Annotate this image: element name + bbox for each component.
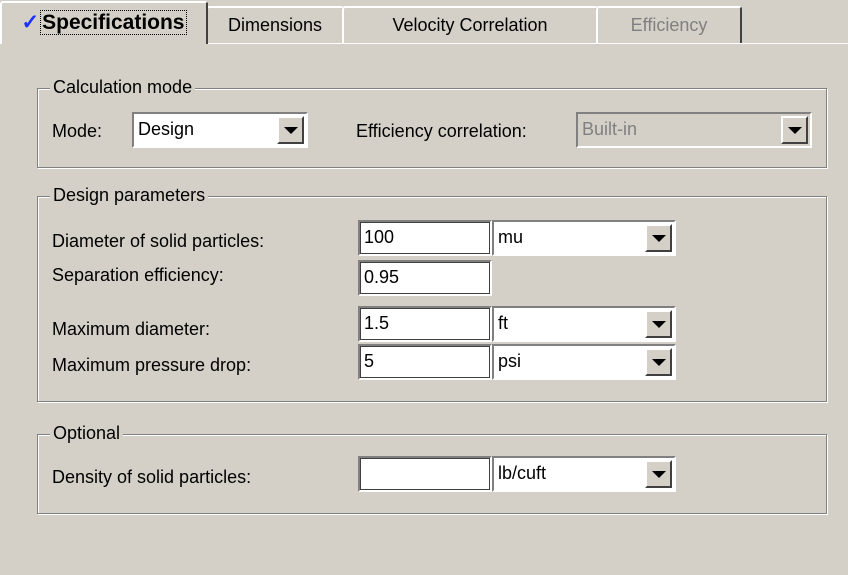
mode-select[interactable]: Design (132, 112, 308, 148)
efficiency-correlation-select: Built-in (576, 112, 812, 148)
diameter-label: Diameter of solid particles: (52, 231, 265, 251)
tab-efficiency: Efficiency (596, 6, 742, 43)
maximum-pressure-drop-unit: psi (498, 351, 522, 371)
tab-strip: ✓ Specifications Dimensions Velocity Corr… (0, 0, 848, 44)
maximum-diameter-label: Maximum diameter: (52, 319, 211, 339)
chevron-down-icon[interactable] (645, 460, 672, 488)
maximum-pressure-drop-label: Maximum pressure drop: (52, 355, 252, 375)
efficiency-correlation-value: Built-in (582, 119, 638, 139)
maximum-diameter-unit-select[interactable]: ft (492, 306, 676, 342)
mode-value: Design (138, 119, 195, 139)
mode-label: Mode: (52, 121, 103, 141)
chevron-down-icon[interactable] (645, 348, 672, 376)
maximum-diameter-input[interactable]: 1.5 (358, 306, 492, 342)
chevron-down-icon[interactable] (645, 310, 672, 338)
maximum-pressure-drop-value: 5 (364, 351, 375, 371)
density-unit: lb/cuft (498, 463, 547, 483)
diameter-value: 100 (364, 227, 395, 247)
group-title: Optional (50, 422, 124, 444)
group-title: Design parameters (50, 184, 209, 206)
tab-dimensions[interactable]: Dimensions (206, 6, 344, 43)
separation-efficiency-input[interactable]: 0.95 (358, 260, 492, 296)
chevron-down-icon[interactable] (645, 224, 672, 252)
density-label: Density of solid particles: (52, 467, 252, 487)
separation-efficiency-value: 0.95 (364, 267, 400, 287)
tab-label: Efficiency (630, 15, 708, 35)
maximum-pressure-drop-unit-select[interactable]: psi (492, 344, 676, 380)
efficiency-correlation-label: Efficiency correlation: (356, 121, 527, 141)
tab-velocity-correlation[interactable]: Velocity Correlation (342, 6, 598, 43)
diameter-input[interactable]: 100 (358, 220, 492, 256)
checkmark-icon: ✓ (21, 11, 40, 34)
density-unit-select[interactable]: lb/cuft (492, 456, 676, 492)
tab-label: Velocity Correlation (392, 15, 548, 35)
tab-label: Dimensions (227, 15, 323, 35)
diameter-unit: mu (498, 227, 524, 247)
density-input[interactable] (358, 456, 492, 492)
maximum-pressure-drop-input[interactable]: 5 (358, 344, 492, 380)
group-title: Calculation mode (50, 76, 196, 98)
chevron-down-icon (781, 116, 808, 144)
maximum-diameter-unit: ft (498, 313, 509, 333)
maximum-diameter-value: 1.5 (364, 313, 390, 333)
diameter-unit-select[interactable]: mu (492, 220, 676, 256)
chevron-down-icon[interactable] (277, 116, 304, 144)
tab-label: Specifications (40, 10, 187, 35)
separation-efficiency-label: Separation efficiency: (52, 265, 224, 285)
tab-specifications[interactable]: ✓ Specifications (0, 1, 208, 44)
